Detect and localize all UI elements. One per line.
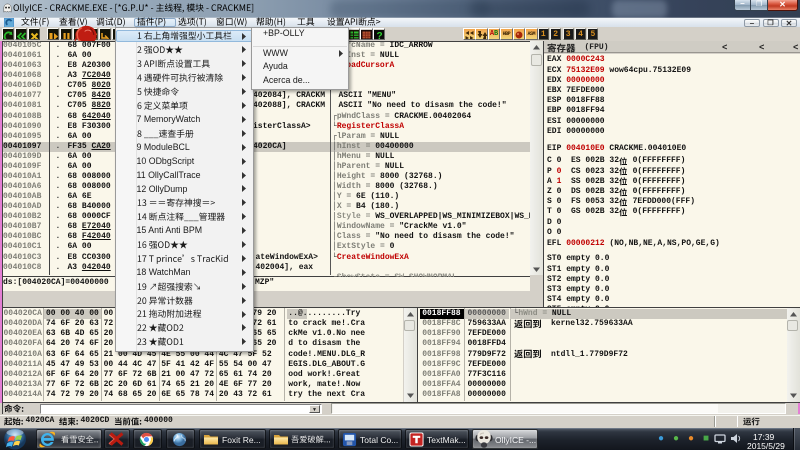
svg-text:?: ?	[376, 31, 382, 41]
